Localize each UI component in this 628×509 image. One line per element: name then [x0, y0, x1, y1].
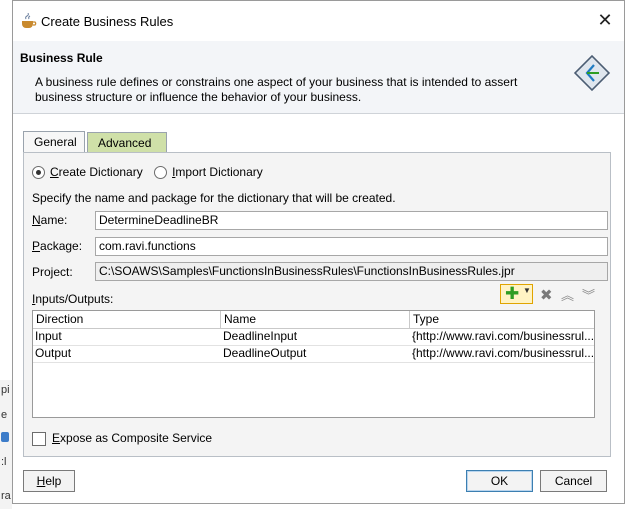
label-mnemonic: N	[32, 213, 41, 227]
inputs-outputs-label: Inputs/Outputs:	[32, 292, 113, 306]
title-bar: Create Business Rules ✕	[13, 1, 624, 41]
cell-type: {http://www.ravi.com/businessrul...	[412, 346, 594, 360]
table-row[interactable]: Output DeadlineOutput {http://www.ravi.c…	[33, 345, 594, 363]
help-button[interactable]: Help	[23, 470, 75, 492]
package-label: Package:	[32, 239, 82, 253]
tab-general[interactable]: General	[23, 131, 85, 153]
cell-direction: Input	[35, 329, 62, 343]
button-label: elp	[45, 474, 62, 488]
label-text: ackage:	[40, 239, 83, 253]
cancel-button[interactable]: Cancel	[540, 470, 607, 492]
header-title: Business Rule	[20, 51, 103, 65]
tab-advanced[interactable]: Advanced	[87, 132, 167, 153]
radio-label: reate Dictionary	[58, 165, 143, 179]
ok-button[interactable]: OK	[466, 470, 533, 492]
cell-name: DeadlineOutput	[223, 346, 307, 360]
chevron-down-icon[interactable]: ▼	[523, 286, 531, 295]
expose-composite-checkbox[interactable]: Expose as Composite Service	[32, 431, 212, 446]
label-text: nputs/Outputs:	[35, 292, 114, 306]
background-icon	[1, 432, 9, 442]
general-panel: Create Dictionary Import Dictionary Spec…	[23, 152, 611, 457]
background-text: e	[1, 409, 8, 421]
column-header-type[interactable]: Type	[410, 311, 594, 328]
table-row[interactable]: Input DeadlineInput {http://www.ravi.com…	[33, 328, 594, 346]
delete-io-button[interactable]: ✖	[540, 286, 553, 304]
label-mnemonic: P	[32, 239, 41, 253]
checkbox-unchecked-icon[interactable]	[32, 431, 46, 446]
name-label: Name:	[32, 213, 67, 227]
table-header: Direction Name Type	[33, 311, 594, 329]
java-cup-icon	[22, 13, 37, 28]
project-field: C:\SOAWS\Samples\FunctionsInBusinessRule…	[95, 262, 608, 281]
radio-label-mnemonic: C	[50, 165, 59, 179]
create-business-rules-dialog: Create Business Rules ✕ Business Rule A …	[12, 0, 625, 504]
dictionary-mode-radios: Create Dictionary Import Dictionary	[32, 165, 271, 181]
project-label: Project:	[32, 265, 73, 279]
add-io-button[interactable]: ✚ ▼	[500, 284, 533, 304]
label-text: ame:	[40, 213, 68, 227]
cell-name: DeadlineInput	[223, 329, 298, 343]
column-header-name[interactable]: Name	[221, 311, 410, 328]
background-text: :l	[1, 456, 7, 468]
dialog-header: Business Rule A business rule defines or…	[13, 41, 624, 114]
checkbox-label: xpose as Composite Service	[60, 431, 213, 445]
plus-icon[interactable]: ✚	[505, 285, 519, 302]
business-rule-icon	[573, 54, 611, 92]
background-text: pi	[1, 384, 10, 396]
dialog-title: Create Business Rules	[41, 14, 174, 29]
move-up-button[interactable]: ︽	[561, 285, 574, 304]
close-button[interactable]: ✕	[594, 9, 616, 31]
background-window-strip: pi e :l ra	[0, 380, 12, 509]
radio-unselected-icon[interactable]	[154, 166, 168, 180]
instruction-text: Specify the name and package for the dic…	[32, 191, 396, 205]
cell-type: {http://www.ravi.com/businessrul...	[412, 329, 594, 343]
label-mnemonic: E	[52, 431, 61, 445]
move-down-button[interactable]: ︾	[582, 285, 595, 304]
package-field[interactable]: com.ravi.functions	[95, 237, 608, 256]
close-icon[interactable]: ✕	[597, 10, 612, 30]
header-description: A business rule defines or constrains on…	[35, 75, 518, 104]
create-dictionary-radio[interactable]: Create Dictionary	[32, 165, 143, 180]
background-text: ra	[1, 490, 11, 502]
import-dictionary-radio[interactable]: Import Dictionary	[154, 165, 263, 180]
column-header-direction[interactable]: Direction	[33, 311, 221, 328]
radio-label: mport Dictionary	[175, 165, 263, 179]
name-field[interactable]: DetermineDeadlineBR	[95, 211, 608, 230]
cell-direction: Output	[35, 346, 72, 360]
radio-selected-icon[interactable]	[32, 166, 45, 180]
inputs-outputs-table: Direction Name Type Input DeadlineInput …	[32, 310, 595, 418]
